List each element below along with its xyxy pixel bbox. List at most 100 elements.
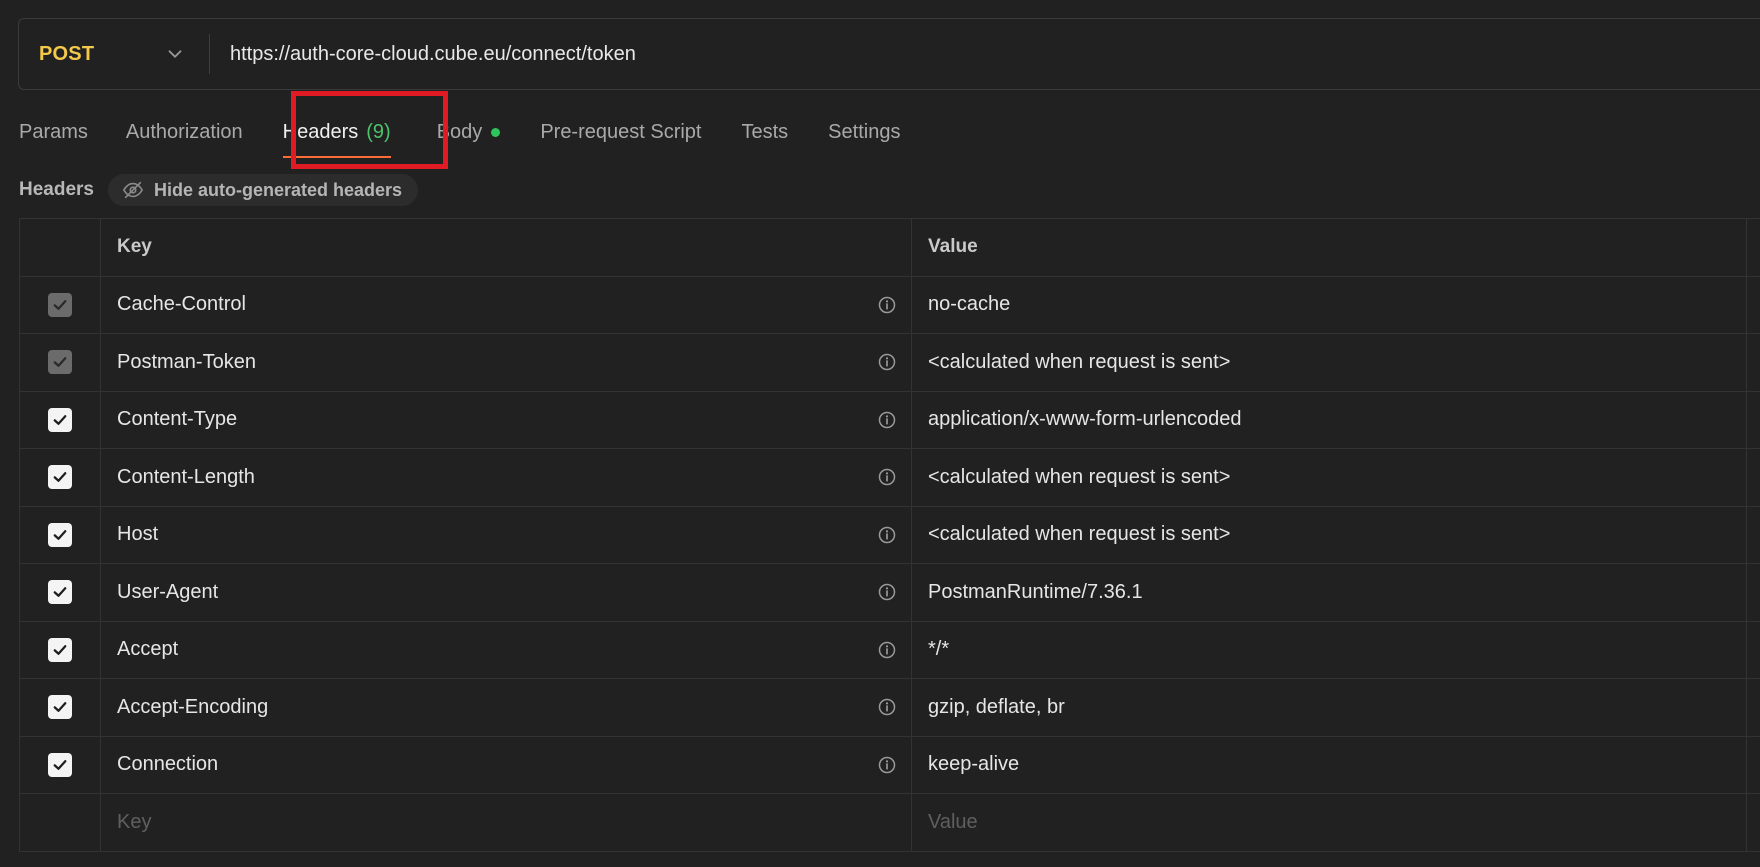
header-value-text: no-cache (928, 293, 1011, 316)
hide-auto-generated-headers-button[interactable]: Hide auto-generated headers (108, 174, 419, 206)
url-input[interactable]: https://auth-core-cloud.cube.eu/connect/… (230, 43, 636, 66)
header-key[interactable]: Content-Length (101, 449, 912, 506)
header-enabled-checkbox[interactable] (48, 465, 72, 490)
header-value-text: gzip, deflate, br (928, 695, 1065, 718)
header-enabled-checkbox[interactable] (48, 637, 72, 662)
info-icon[interactable] (877, 295, 897, 315)
header-value[interactable]: PostmanRuntime/7.36.1 (912, 564, 1746, 621)
method-label: POST (39, 42, 95, 65)
header-value[interactable]: */* (912, 622, 1746, 679)
header-enabled-checkbox[interactable] (48, 580, 72, 605)
check-icon (53, 529, 67, 540)
header-key-text: Postman-Token (117, 350, 256, 373)
column-end (1746, 794, 1760, 851)
info-icon[interactable] (877, 755, 897, 775)
header-value-text: keep-alive (928, 753, 1020, 776)
header-value[interactable]: keep-alive (912, 737, 1746, 794)
check-cell (20, 449, 101, 506)
table-row: Accept-Encoding gzip, deflate, br (20, 679, 1760, 737)
header-key[interactable]: Content-Type (101, 391, 912, 448)
tab-authorization[interactable]: Authorization (126, 112, 243, 152)
request-tabs: Params Authorization Headers (9) Body Pr… (19, 112, 900, 158)
header-key[interactable]: Accept (101, 621, 912, 678)
header-key[interactable]: Cache-Control (101, 276, 912, 333)
column-end (1746, 334, 1760, 391)
method-select[interactable]: POST (19, 19, 209, 89)
check-cell (20, 391, 101, 448)
new-key-input[interactable]: Key (101, 794, 912, 851)
table-row: Host <calculated when request is sent> (20, 506, 1760, 564)
info-icon[interactable] (877, 410, 897, 430)
check-icon (53, 702, 67, 713)
header-enabled-checkbox[interactable] (48, 752, 72, 777)
check-icon (53, 759, 67, 770)
header-key-text: Cache-Control (117, 293, 246, 316)
tab-settings[interactable]: Settings (828, 112, 900, 152)
header-key-text: Content-Type (117, 408, 238, 431)
header-value-text: PostmanRuntime/7.36.1 (928, 580, 1143, 603)
header-key-text: User-Agent (117, 580, 219, 603)
table-row: User-Agent PostmanRuntime/7.36.1 (20, 564, 1760, 622)
header-enabled-checkbox[interactable] (48, 695, 72, 720)
check-icon (53, 587, 67, 598)
info-icon[interactable] (877, 525, 897, 545)
info-icon[interactable] (877, 352, 897, 372)
header-key[interactable]: Host (101, 506, 912, 563)
postman-request-panel: POST https://auth-core-cloud.cube.eu/con… (0, 0, 1760, 867)
info-icon[interactable] (877, 640, 897, 660)
check-cell (20, 564, 101, 621)
column-end (1746, 219, 1760, 276)
table-row: Accept */* (20, 621, 1760, 679)
check-icon (53, 644, 67, 655)
table-row: Cache-Control no-cache (20, 276, 1760, 334)
eye-off-icon (122, 181, 144, 199)
new-header-row: Key Value (20, 794, 1760, 852)
info-icon[interactable] (877, 467, 897, 487)
column-end (1746, 679, 1760, 736)
column-end (1746, 564, 1760, 621)
header-value[interactable]: no-cache (912, 277, 1746, 334)
tab-params-label: Params (19, 120, 88, 143)
new-value-input[interactable]: Value (912, 794, 1746, 851)
check-column-header (20, 219, 101, 276)
header-key[interactable]: Accept-Encoding (101, 679, 912, 736)
tab-params[interactable]: Params (19, 112, 88, 152)
info-icon[interactable] (877, 582, 897, 602)
check-cell (20, 276, 101, 333)
header-value[interactable]: <calculated when request is sent> (912, 507, 1746, 564)
header-enabled-checkbox[interactable] (48, 407, 72, 432)
column-end (1746, 449, 1760, 506)
request-url-bar: POST https://auth-core-cloud.cube.eu/con… (18, 18, 1760, 90)
check-cell (20, 736, 101, 793)
table-row: Postman-Token <calculated when request is… (20, 334, 1760, 392)
table-header-row: Key Value (20, 219, 1760, 277)
header-enabled-checkbox[interactable] (48, 522, 72, 547)
body-modified-dot (491, 127, 501, 137)
header-value-text: <calculated when request is sent> (928, 523, 1231, 546)
check-cell (20, 621, 101, 678)
info-icon[interactable] (877, 697, 897, 717)
header-value[interactable]: <calculated when request is sent> (912, 334, 1746, 391)
value-column-header: Value (928, 236, 978, 258)
table-row: Content-Type application/x-www-form-urlen… (20, 391, 1760, 449)
tab-tests-label: Tests (741, 120, 789, 143)
header-value[interactable]: application/x-www-form-urlencoded (912, 392, 1746, 449)
new-row-check-cell (20, 794, 101, 851)
header-value[interactable]: gzip, deflate, br (912, 679, 1746, 736)
column-end (1746, 276, 1760, 333)
tab-pre-request-script[interactable]: Pre-request Script (540, 112, 701, 152)
headers-table: Key Value Cache-Control no-cache Postman-T… (19, 218, 1760, 852)
column-end (1746, 391, 1760, 448)
header-rows: Cache-Control no-cache Postman-Token <calcu… (20, 276, 1760, 794)
header-key-text: Accept (117, 638, 179, 661)
header-key[interactable]: Postman-Token (101, 334, 912, 391)
table-row: Connection keep-alive (20, 736, 1760, 794)
header-value[interactable]: <calculated when request is sent> (912, 449, 1746, 506)
header-key[interactable]: User-Agent (101, 564, 912, 621)
url-divider (209, 34, 210, 74)
header-key[interactable]: Connection (101, 736, 912, 793)
tab-settings-label: Settings (828, 120, 901, 143)
header-enabled-checkbox (48, 292, 72, 317)
chevron-down-icon (168, 50, 182, 58)
tab-tests[interactable]: Tests (741, 112, 788, 152)
